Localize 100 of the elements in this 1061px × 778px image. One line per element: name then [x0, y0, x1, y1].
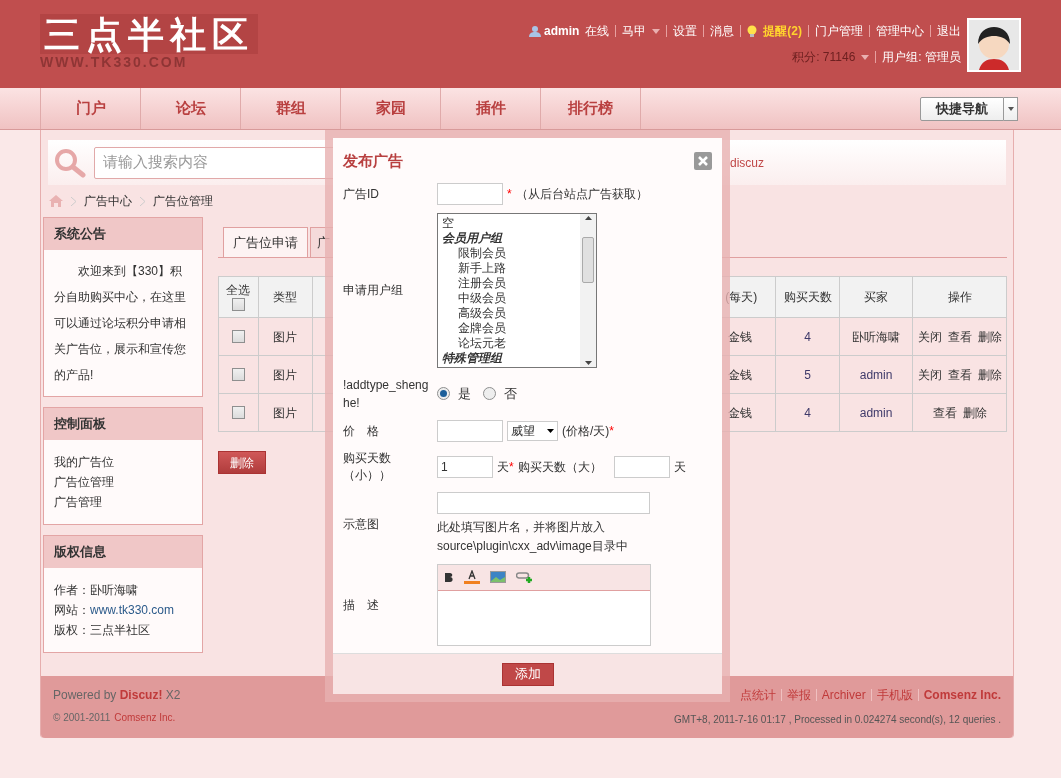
radio-button[interactable] — [483, 387, 496, 400]
radio-button[interactable] — [437, 387, 450, 400]
list-option[interactable]: 注册会员 — [442, 275, 576, 291]
radio-label[interactable]: 是 — [458, 383, 471, 404]
user-menu-link[interactable]: 门户管理 — [815, 22, 863, 40]
user-menu-link[interactable]: 管理中心 — [876, 22, 924, 40]
caret-icon — [547, 428, 554, 433]
nav-tab[interactable]: 插件 — [441, 88, 541, 129]
dropdown-toggle[interactable] — [1004, 96, 1018, 121]
price-field[interactable] — [437, 419, 503, 442]
scrollbar[interactable] — [580, 213, 596, 367]
table-cell: admin — [839, 355, 913, 394]
list-option[interactable]: 高级会员 — [442, 305, 576, 321]
radio-label[interactable]: 否 — [504, 383, 517, 404]
site-logo[interactable]: 三点半社区 — [40, 14, 258, 54]
table-cell: 卧听海啸 — [839, 317, 913, 356]
checkbox[interactable] — [231, 330, 245, 343]
bold-icon[interactable] — [444, 571, 454, 583]
avatar[interactable] — [969, 20, 1019, 70]
max-days-field[interactable] — [613, 455, 670, 478]
checkbox[interactable] — [231, 368, 245, 381]
action-link[interactable]: 查看 — [947, 327, 972, 346]
nav-tab[interactable]: 排行榜 — [541, 88, 641, 129]
list-option[interactable]: 中级会员 — [442, 290, 576, 306]
user-menu-link[interactable]: 消息 — [710, 22, 735, 40]
quick-nav-button[interactable]: 快捷导航 — [920, 96, 1004, 121]
breadcrumb-link[interactable]: 广告中心 — [84, 192, 132, 210]
option-group-label: 会员用户组 — [442, 230, 504, 246]
action-link[interactable]: 删除 — [977, 327, 1002, 346]
action-link[interactable]: 删除 — [977, 365, 1002, 384]
image-icon[interactable] — [490, 571, 506, 583]
close-button[interactable] — [694, 152, 712, 171]
chevron-icon — [71, 196, 76, 206]
list-option[interactable]: 论坛元老 — [442, 335, 576, 351]
action-link[interactable]: 关闭 — [917, 327, 942, 346]
panel-title: 控制面板 — [44, 408, 202, 440]
list-option[interactable]: 金牌会员 — [442, 320, 576, 336]
online-status: 在线 — [585, 23, 610, 40]
checkbox[interactable] — [231, 406, 245, 419]
nav-tab[interactable]: 家园 — [341, 88, 441, 129]
panel-title: 版权信息 — [44, 536, 202, 568]
text-color-icon[interactable] — [464, 570, 480, 584]
table-cell: admin — [839, 393, 913, 432]
scrollbar-thumb[interactable] — [582, 237, 594, 283]
scroll-up-icon[interactable] — [584, 215, 592, 220]
header-cell: 购买天数 — [775, 276, 840, 318]
table-cell: 图片 — [258, 355, 313, 394]
action-link[interactable]: 删除 — [962, 403, 987, 422]
field-hint: 此处填写图片名，并将图片放入source\plugin\cxx_adv\image目录中 — [437, 518, 629, 555]
required-mark: * — [509, 458, 514, 476]
user-menu-link[interactable]: 退出 — [937, 22, 961, 40]
panel-link[interactable]: 广告管理 — [54, 492, 192, 512]
powered-by-text: Powered by Discuz! X2 — [53, 687, 181, 704]
hot-search-link[interactable]: discuz — [730, 153, 764, 172]
field-label: 价 格 — [343, 422, 380, 440]
info-value: 三点半社区 — [90, 622, 150, 639]
unit-label: 天 — [673, 458, 686, 476]
copyright-text: © 2001-2011 — [53, 711, 111, 725]
field-label: 申请用户组 — [343, 282, 404, 299]
ad-id-field[interactable] — [437, 182, 503, 205]
user-menu-link[interactable]: 设置 — [673, 22, 698, 40]
home-icon[interactable] — [49, 195, 63, 207]
user-menu-link[interactable]: 马甲 — [622, 22, 647, 40]
username-link[interactable]: admin — [544, 22, 580, 40]
table-cell: 图片 — [258, 393, 313, 432]
delete-button[interactable]: 删除 — [218, 451, 266, 474]
user-group-list[interactable]: 空 会员用户组 限制会员 新手上路 注册会员 中级会员 高级会员 金牌会员 论坛元老 特殊管理组 — [437, 212, 597, 368]
currency-select[interactable]: 威望 — [507, 420, 558, 441]
nav-tab[interactable]: 群组 — [241, 88, 341, 129]
action-link[interactable]: 查看 — [947, 365, 972, 384]
min-days-field[interactable]: 1 — [437, 455, 493, 478]
checkbox[interactable] — [231, 298, 245, 311]
image-name-field[interactable] — [437, 491, 650, 514]
table-cell: 5 — [775, 355, 840, 394]
nav-tab[interactable]: 门户 — [41, 88, 141, 129]
unit-label: 天 — [497, 458, 509, 476]
submit-button[interactable]: 添加 — [501, 662, 554, 686]
field-hint: (价格/天) — [562, 422, 610, 440]
link-icon[interactable] — [516, 571, 532, 583]
field-label: 购买天数（大） — [517, 458, 602, 476]
list-option[interactable]: 新手上路 — [442, 260, 576, 276]
info-value: www.tk330.com — [90, 602, 175, 619]
scroll-down-icon[interactable] — [584, 360, 592, 365]
panel-link[interactable]: 我的广告位 — [54, 452, 192, 472]
notice-text: 欢迎来到【330】积分自助购买中心，在这里可以通过论坛积分申请相关广告位，展示和宣传您的产品! — [53, 263, 187, 384]
action-link[interactable]: 关闭 — [917, 365, 942, 384]
panel-link[interactable]: 广告位管理 — [54, 472, 192, 492]
nav-tab[interactable]: 论坛 — [141, 88, 241, 129]
action-link[interactable]: 查看 — [932, 403, 957, 422]
breadcrumb-link[interactable]: 广告位管理 — [153, 192, 213, 210]
dialog-title: 发布广告 — [343, 151, 403, 171]
tab[interactable]: 广告位申请 — [223, 227, 308, 257]
option-group-label: 特殊管理组 — [442, 350, 504, 366]
lightbulb-icon — [747, 24, 758, 38]
search-icon — [54, 147, 86, 178]
caret-icon — [861, 54, 870, 60]
select-all-label: 全选 — [226, 283, 251, 298]
stats-text: GMT+8, 2011-7-16 01:17 , Processed in 0.024274 second(s), 12 queries . — [674, 713, 1001, 727]
list-option[interactable]: 空 — [442, 215, 576, 231]
list-option[interactable]: 限制会员 — [442, 245, 576, 261]
